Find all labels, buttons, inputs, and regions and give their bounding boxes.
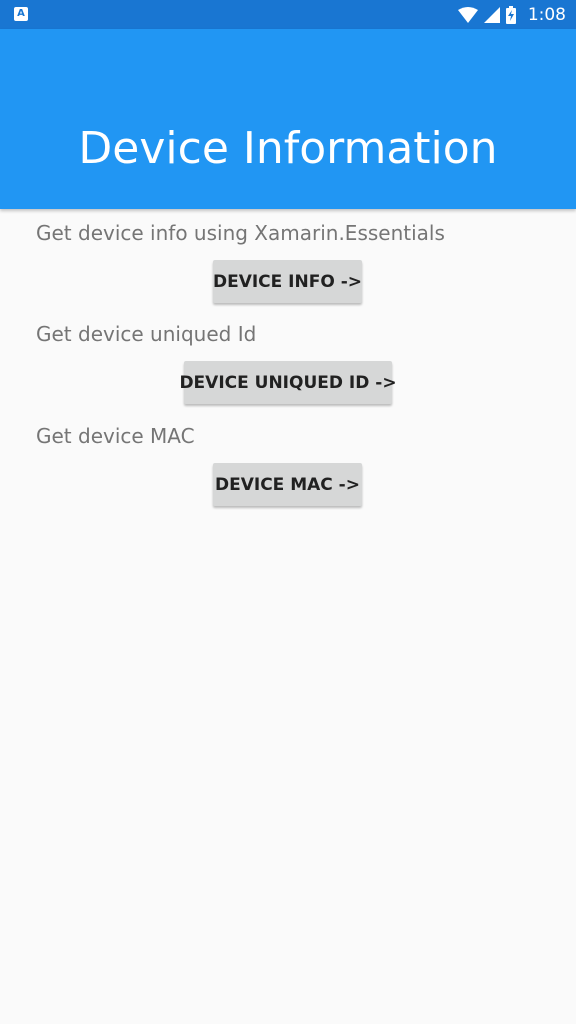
app-icon-glyph: A	[17, 8, 25, 19]
device-uniqued-id-button[interactable]: DEVICE UNIQUED ID ->	[179, 361, 397, 404]
device-uniqued-id-label: Get device uniqued Id	[36, 322, 257, 346]
page-title: Device Information	[78, 123, 498, 174]
app-bar: Device Information	[0, 29, 576, 209]
signal-icon	[483, 6, 500, 23]
accessibility-app-icon: A	[14, 7, 28, 21]
wifi-icon	[457, 6, 478, 23]
device-mac-label: Get device MAC	[36, 424, 195, 448]
status-bar: A 1:08	[0, 0, 576, 29]
status-time: 1:08	[527, 4, 566, 25]
device-mac-button[interactable]: DEVICE MAC ->	[213, 463, 362, 506]
device-info-label: Get device info using Xamarin.Essentials	[36, 221, 445, 245]
battery-charging-icon	[505, 5, 516, 24]
status-icons: 1:08	[457, 0, 566, 29]
device-info-button[interactable]: DEVICE INFO ->	[213, 260, 362, 303]
